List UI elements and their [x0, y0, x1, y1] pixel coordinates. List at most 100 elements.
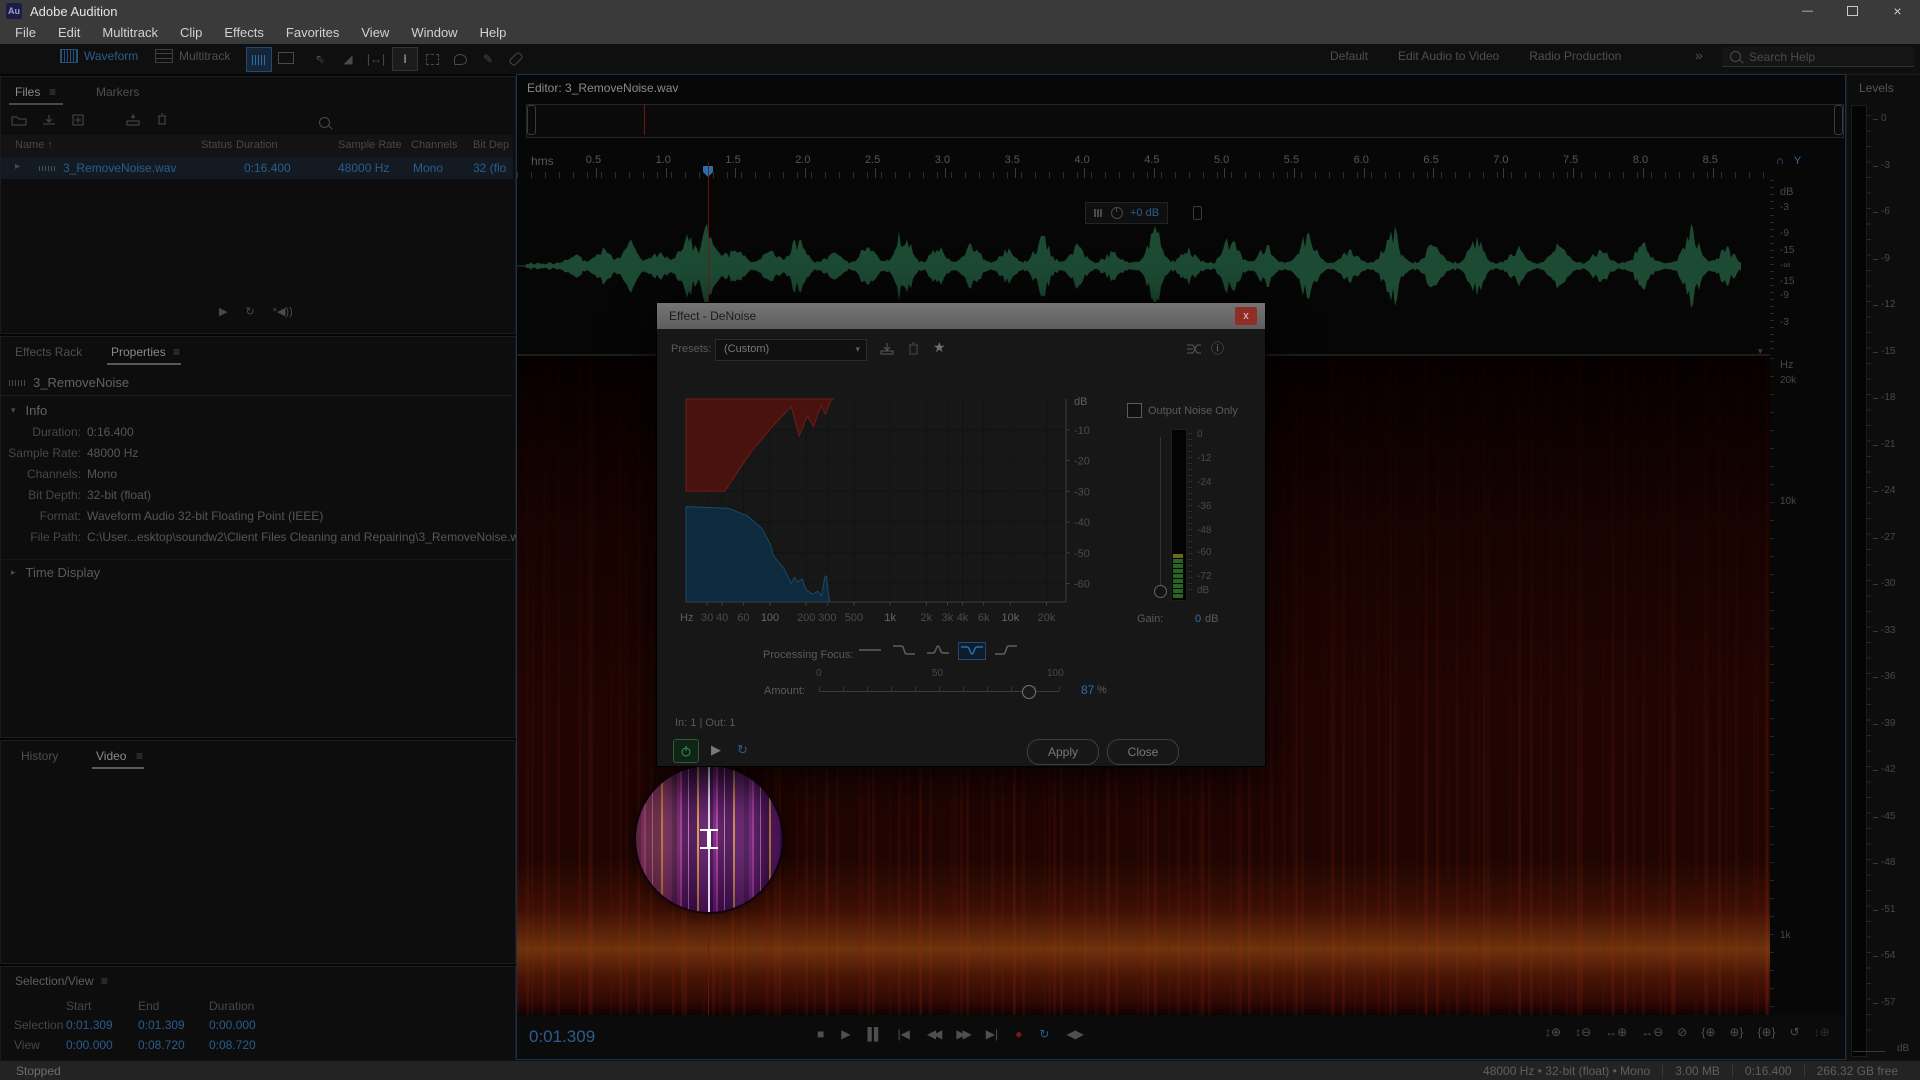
- preview-play-button[interactable]: ▶: [711, 742, 721, 758]
- preview-loop-icon[interactable]: ↻: [245, 305, 254, 318]
- gain-slider-knob[interactable]: [1154, 585, 1167, 598]
- razor-tool[interactable]: ◢: [336, 48, 360, 70]
- denoise-graph[interactable]: Hz3040601002003005001k2k3k4k6k10k20kdB-1…: [677, 391, 1117, 636]
- zoom-out-vertical-button[interactable]: ↕⊖: [1575, 1025, 1591, 1039]
- move-tool[interactable]: ⇖: [308, 48, 332, 70]
- headphones-icon[interactable]: ∩: [1776, 155, 1784, 167]
- menu-favorites[interactable]: Favorites: [275, 22, 350, 43]
- maximize-button[interactable]: [1830, 0, 1875, 22]
- zoom-selection-button[interactable]: {⊕}: [1757, 1025, 1775, 1039]
- record-button[interactable]: ●: [1015, 1027, 1022, 1041]
- overview-left-handle[interactable]: [527, 105, 536, 135]
- properties-menu-icon[interactable]: ≡: [173, 345, 180, 359]
- pause-button[interactable]: ▌▌: [867, 1027, 880, 1041]
- gain-slider-track[interactable]: [1160, 437, 1161, 593]
- levels-range-slider[interactable]: [1853, 1051, 1885, 1052]
- zoom-reset-button[interactable]: ⊘: [1677, 1025, 1687, 1039]
- focus-low-cut-button[interactable]: [993, 643, 1019, 659]
- close-button[interactable]: ×: [1875, 0, 1920, 22]
- hud-pin-icon[interactable]: [1193, 206, 1202, 220]
- playback-time-display[interactable]: 0:01.309: [529, 1027, 595, 1047]
- menu-file[interactable]: File: [4, 22, 47, 43]
- show-waveform-toggle[interactable]: [246, 47, 272, 72]
- rewind-button[interactable]: ◀◀: [927, 1027, 939, 1041]
- files-search-icon[interactable]: [319, 117, 330, 128]
- new-file-icon[interactable]: [71, 114, 87, 126]
- routing-y-icon[interactable]: Y: [1794, 155, 1801, 167]
- files-col-channels[interactable]: Channels: [411, 139, 457, 151]
- workspace-radio-production[interactable]: Radio Production: [1529, 49, 1621, 63]
- zoom-out-point-button[interactable]: ⊕}: [1729, 1025, 1743, 1039]
- file-row[interactable]: ▸ 3_RemoveNoise.wav 0:16.400 48000 Hz Mo…: [1, 157, 513, 179]
- menu-window[interactable]: Window: [400, 22, 468, 43]
- info-section-header[interactable]: ▾ Info: [11, 403, 47, 418]
- editor-tab-label[interactable]: Editor: 3_RemoveNoise.wav: [527, 81, 678, 95]
- import-file-icon[interactable]: [41, 114, 57, 126]
- files-col-duration[interactable]: Duration: [236, 139, 278, 151]
- menu-effects[interactable]: Effects: [213, 22, 275, 43]
- hud-knob-icon[interactable]: [1111, 207, 1123, 219]
- expand-icon[interactable]: ▸: [15, 161, 20, 172]
- amount-value[interactable]: 87: [1081, 683, 1094, 697]
- selection-start[interactable]: 0:01.309: [66, 1018, 113, 1032]
- files-col-bit-dep[interactable]: Bit Dep: [473, 139, 509, 151]
- tab-history[interactable]: History: [21, 749, 58, 763]
- delete-preset-icon[interactable]: [907, 342, 920, 356]
- overview-strip[interactable]: [526, 104, 1844, 138]
- refresh-zoom-button[interactable]: ↺: [1790, 1025, 1800, 1039]
- hud-gain-value[interactable]: +0 dB: [1130, 207, 1159, 219]
- focus-notch-button[interactable]: [959, 643, 985, 659]
- zoom-in-horizontal-button[interactable]: ↔⊕: [1605, 1025, 1627, 1039]
- menu-clip[interactable]: Clip: [169, 22, 213, 43]
- files-panel-menu-icon[interactable]: ≡: [49, 85, 56, 99]
- tab-markers[interactable]: Markers: [96, 85, 139, 99]
- skip-selection-button[interactable]: ◀▶: [1066, 1027, 1082, 1041]
- fast-forward-button[interactable]: ▶▶: [956, 1027, 968, 1041]
- time-display-section-header[interactable]: ▸ Time Display: [11, 565, 100, 580]
- menu-edit[interactable]: Edit: [47, 22, 91, 43]
- time-selection-tool[interactable]: I: [392, 47, 418, 71]
- marquee-selection-tool[interactable]: [420, 48, 444, 70]
- effect-power-button[interactable]: [673, 739, 699, 763]
- files-col-name[interactable]: Name ↑: [15, 139, 53, 151]
- focus-high-cut-button[interactable]: [891, 643, 917, 659]
- close-effect-button[interactable]: Close: [1107, 739, 1179, 765]
- spot-healing-brush-tool[interactable]: [504, 48, 528, 70]
- trash-icon[interactable]: [155, 113, 169, 126]
- workspace-overflow-button[interactable]: »: [1695, 47, 1703, 63]
- menu-view[interactable]: View: [350, 22, 400, 43]
- tab-effects-rack[interactable]: Effects Rack: [15, 345, 82, 359]
- help-search-field[interactable]: Search Help: [1722, 47, 1914, 67]
- video-menu-icon[interactable]: ≡: [136, 749, 143, 763]
- skip-to-end-button[interactable]: ▶|: [986, 1027, 998, 1041]
- preview-play-icon[interactable]: ▶: [219, 305, 227, 318]
- slip-tool[interactable]: |↔|: [364, 48, 388, 70]
- skip-to-start-button[interactable]: |◀: [898, 1027, 910, 1041]
- view-end[interactable]: 0:08.720: [138, 1038, 185, 1052]
- levels-meter[interactable]: [1851, 105, 1867, 1057]
- preview-autoplay-icon[interactable]: *◀)): [273, 305, 293, 318]
- paintbrush-selection-tool[interactable]: ✎: [476, 48, 500, 70]
- multitrack-view-button[interactable]: Multitrack: [155, 49, 230, 63]
- amount-slider-knob[interactable]: [1022, 685, 1036, 699]
- channel-map-icon[interactable]: [1185, 342, 1203, 356]
- open-folder-icon[interactable]: [11, 114, 27, 126]
- overview-right-handle[interactable]: [1834, 105, 1843, 135]
- timeline-ruler[interactable]: hms 0.51.01.52.02.53.03.54.04.55.05.56.0…: [517, 150, 1770, 179]
- view-duration[interactable]: 0:08.720: [209, 1038, 256, 1052]
- play-button[interactable]: ▶: [841, 1027, 850, 1041]
- stop-button[interactable]: ■: [817, 1027, 824, 1041]
- lasso-selection-tool[interactable]: [448, 48, 472, 70]
- gain-value[interactable]: 0: [1195, 613, 1201, 625]
- workspace-default[interactable]: Default: [1330, 49, 1368, 63]
- menu-multitrack[interactable]: Multitrack: [91, 22, 169, 43]
- view-start[interactable]: 0:00.000: [66, 1038, 113, 1052]
- focus-flat-button[interactable]: [857, 643, 883, 659]
- tab-video[interactable]: Video: [96, 749, 126, 763]
- editor-menu-icon[interactable]: ≡: [635, 81, 642, 95]
- selection-duration[interactable]: 0:00.000: [209, 1018, 256, 1032]
- preview-loop-button[interactable]: ↻: [737, 742, 748, 758]
- menu-help[interactable]: Help: [469, 22, 518, 43]
- waveform-view-button[interactable]: Waveform: [60, 49, 138, 63]
- favorite-star-icon[interactable]: ★: [933, 339, 946, 356]
